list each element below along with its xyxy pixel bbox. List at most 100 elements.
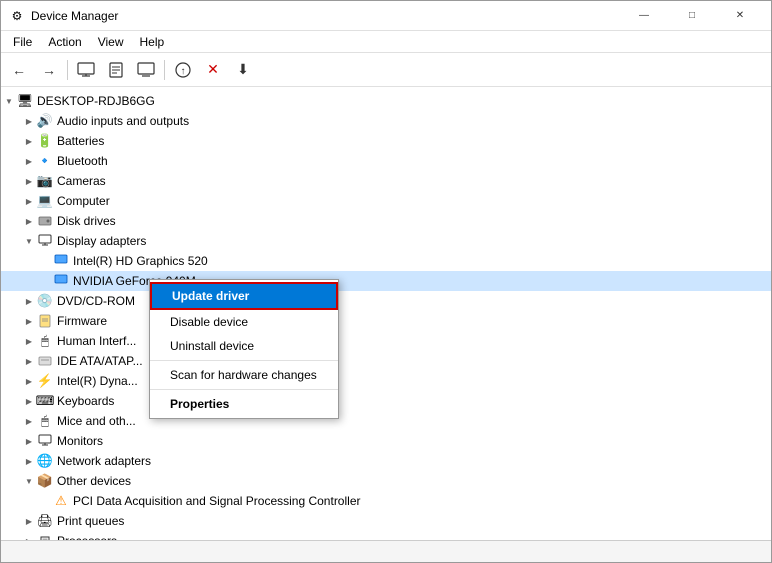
ctx-properties[interactable]: Properties	[150, 392, 338, 416]
tree-item-displayadapters[interactable]: ▼ Display adapters	[1, 231, 771, 251]
root-label: DESKTOP-RDJB6GG	[37, 94, 155, 108]
window-controls: — □ ✕	[621, 1, 763, 31]
inteldyna-label: Intel(R) Dyna...	[57, 374, 138, 388]
ide-label: IDE ATA/ATAP...	[57, 354, 143, 368]
tree-item-pcidata[interactable]: ⚠ PCI Data Acquisition and Signal Proces…	[1, 491, 771, 511]
audio-icon: 🔊	[37, 113, 53, 129]
diskdrives-icon	[37, 213, 53, 229]
device-tree[interactable]: ▼ 🖥 DESKTOP-RDJB6GG ▶ 🔊 Audio inputs and…	[1, 87, 771, 540]
tree-item-human[interactable]: ▶ 🖱 Human Interf...	[1, 331, 771, 351]
diskdrives-label: Disk drives	[57, 214, 116, 228]
firmware-icon	[37, 313, 53, 329]
keyboards-icon: ⌨	[37, 393, 53, 409]
tree-item-inteldyna[interactable]: ▶ ⚡ Intel(R) Dyna...	[1, 371, 771, 391]
ctx-scan-hardware[interactable]: Scan for hardware changes	[150, 363, 338, 387]
tree-item-cameras[interactable]: ▶ 📷 Cameras	[1, 171, 771, 191]
computer-icon: 💻	[37, 193, 53, 209]
tree-item-monitors[interactable]: ▶ Monitors	[1, 431, 771, 451]
audio-label: Audio inputs and outputs	[57, 114, 189, 128]
ctx-uninstall-device[interactable]: Uninstall device	[150, 334, 338, 358]
toolbar-separator-1	[67, 60, 68, 80]
svg-text:↑: ↑	[181, 66, 186, 77]
tree-root[interactable]: ▼ 🖥 DESKTOP-RDJB6GG	[1, 91, 771, 111]
toolbar-remove[interactable]: ✕	[199, 57, 227, 83]
human-label: Human Interf...	[57, 334, 136, 348]
bluetooth-label: Bluetooth	[57, 154, 108, 168]
ctx-update-driver[interactable]: Update driver	[150, 282, 338, 310]
minimize-button[interactable]: —	[621, 1, 667, 31]
displayadapters-label: Display adapters	[57, 234, 146, 248]
maximize-button[interactable]: □	[669, 1, 715, 31]
menu-help[interactable]: Help	[132, 33, 173, 51]
otherdevices-label: Other devices	[57, 474, 131, 488]
keyboards-expand: ▶	[21, 393, 37, 409]
menu-bar: File Action View Help	[1, 31, 771, 53]
menu-file[interactable]: File	[5, 33, 40, 51]
title-bar-text: Device Manager	[31, 9, 621, 23]
toolbar-update[interactable]: ↑	[169, 57, 197, 83]
ctx-disable-device[interactable]: Disable device	[150, 310, 338, 334]
diskdrives-expand: ▶	[21, 213, 37, 229]
tree-item-batteries[interactable]: ▶ 🔋 Batteries	[1, 131, 771, 151]
toolbar-forward[interactable]: →	[35, 57, 63, 83]
monitors-icon	[37, 433, 53, 449]
nvidia-icon	[53, 273, 69, 289]
tree-item-otherdevices[interactable]: ▼ 📦 Other devices	[1, 471, 771, 491]
title-bar: ⚙ Device Manager — □ ✕	[1, 1, 771, 31]
tree-item-intel[interactable]: Intel(R) HD Graphics 520	[1, 251, 771, 271]
tree-item-firmware[interactable]: ▶ Firmware	[1, 311, 771, 331]
context-menu: Update driver Disable device Uninstall d…	[149, 279, 339, 419]
mice-icon: 🖱	[37, 413, 53, 429]
displayadapters-icon	[37, 233, 53, 249]
toolbar-scan[interactable]	[132, 57, 160, 83]
network-expand: ▶	[21, 453, 37, 469]
toolbar-add[interactable]: ⬇	[229, 57, 257, 83]
close-button[interactable]: ✕	[717, 1, 763, 31]
toolbar-computer[interactable]	[72, 57, 100, 83]
menu-action[interactable]: Action	[40, 33, 89, 51]
tree-item-ide[interactable]: ▶ IDE ATA/ATAP...	[1, 351, 771, 371]
root-expand-icon: ▼	[1, 93, 17, 109]
ide-expand: ▶	[21, 353, 37, 369]
network-icon: 🌐	[37, 453, 53, 469]
tree-item-processors[interactable]: ▶ Processors	[1, 531, 771, 540]
cameras-label: Cameras	[57, 174, 106, 188]
dvd-label: DVD/CD-ROM	[57, 294, 135, 308]
printqueues-icon: 🖨	[37, 513, 53, 529]
tree-item-nvidia[interactable]: NVIDIA GeForce 940M	[1, 271, 771, 291]
otherdevices-icon: 📦	[37, 473, 53, 489]
menu-view[interactable]: View	[90, 33, 132, 51]
bluetooth-expand: ▶	[21, 153, 37, 169]
device-manager-window: ⚙ Device Manager — □ ✕ File Action View …	[0, 0, 772, 563]
toolbar-back[interactable]: ←	[5, 57, 33, 83]
intel-label: Intel(R) HD Graphics 520	[73, 254, 208, 268]
inteldyna-icon: ⚡	[37, 373, 53, 389]
tree-item-audio[interactable]: ▶ 🔊 Audio inputs and outputs	[1, 111, 771, 131]
tree-item-computer[interactable]: ▶ 💻 Computer	[1, 191, 771, 211]
tree-item-keyboards[interactable]: ▶ ⌨ Keyboards	[1, 391, 771, 411]
tree-item-diskdrives[interactable]: ▶ Disk drives	[1, 211, 771, 231]
ctx-separator	[150, 360, 338, 361]
tree-item-mice[interactable]: ▶ 🖱 Mice and oth...	[1, 411, 771, 431]
tree-item-bluetooth[interactable]: ▶ 🔹 Bluetooth	[1, 151, 771, 171]
inteldyna-expand: ▶	[21, 373, 37, 389]
computer-label: Computer	[57, 194, 110, 208]
toolbar-properties[interactable]	[102, 57, 130, 83]
keyboards-label: Keyboards	[57, 394, 114, 408]
intel-icon	[53, 253, 69, 269]
cameras-expand: ▶	[21, 173, 37, 189]
computer-expand: ▶	[21, 193, 37, 209]
firmware-label: Firmware	[57, 314, 107, 328]
root-icon: 🖥	[17, 93, 33, 109]
app-icon: ⚙	[9, 8, 25, 24]
printqueues-expand: ▶	[21, 513, 37, 529]
monitors-expand: ▶	[21, 433, 37, 449]
network-label: Network adapters	[57, 454, 151, 468]
tree-item-dvd[interactable]: ▶ 💿 DVD/CD-ROM	[1, 291, 771, 311]
processors-icon	[37, 533, 53, 540]
monitors-label: Monitors	[57, 434, 103, 448]
toolbar-separator-2	[164, 60, 165, 80]
tree-item-network[interactable]: ▶ 🌐 Network adapters	[1, 451, 771, 471]
toolbar: ← → ↑ ✕ ⬇	[1, 53, 771, 87]
tree-item-printqueues[interactable]: ▶ 🖨 Print queues	[1, 511, 771, 531]
